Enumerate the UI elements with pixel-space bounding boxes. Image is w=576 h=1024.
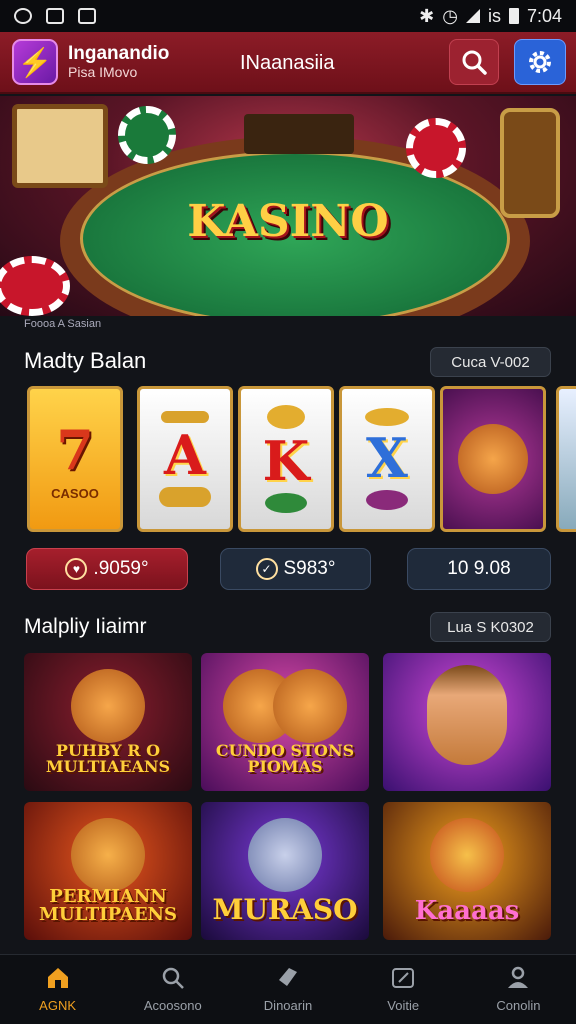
- lion-icon: [430, 818, 504, 892]
- coin-icon: [267, 405, 305, 429]
- check-circle-icon: ✓: [255, 558, 278, 580]
- app-logo[interactable]: ⚡: [12, 39, 58, 85]
- slot-reel[interactable]: A: [137, 386, 233, 532]
- slot-reel[interactable]: 7 CASOO: [27, 386, 123, 532]
- game-title: Kaaaas: [414, 896, 520, 926]
- fox-icon: [71, 818, 145, 892]
- section-badge[interactable]: Lua S K0302: [430, 612, 551, 642]
- nav-label: Conolin: [496, 998, 541, 1013]
- hero-title: KASINO: [187, 196, 389, 247]
- stat-value: .9059°: [93, 558, 149, 579]
- slot-reel[interactable]: K: [238, 386, 334, 532]
- brand: Inganandio Pisa IMovo: [68, 42, 170, 80]
- camera-icon: [14, 8, 32, 24]
- heart-icon: ♥: [65, 558, 88, 580]
- reel-label: CASOO: [51, 485, 99, 501]
- alarm-icon: ◷: [442, 5, 458, 26]
- plum-icon: [366, 490, 408, 510]
- status-time: 7:04: [526, 5, 562, 26]
- reel-symbol: 7: [56, 417, 94, 482]
- game-tile[interactable]: PERMIANN MULTIPAENS: [24, 802, 192, 940]
- leaf-icon: [265, 493, 307, 513]
- nav-label: Dinoarin: [263, 998, 313, 1013]
- nav-account[interactable]: Conolin: [461, 955, 576, 1024]
- nav-home[interactable]: AGNK: [0, 955, 115, 1024]
- user-icon: [508, 966, 529, 988]
- game-title: PUHBY R O MULTIAEANS: [45, 741, 171, 776]
- fox-icon: [71, 669, 145, 743]
- battery-icon: [508, 8, 519, 24]
- lion-icon: [458, 424, 528, 494]
- slot-reel[interactable]: [440, 386, 546, 532]
- nav-edit[interactable]: Voitie: [346, 955, 461, 1024]
- game-tile[interactable]: CUNDO STONS PIOMAS: [201, 653, 369, 791]
- stat-value: S983°: [283, 558, 336, 579]
- lightning-icon: ⚡: [17, 46, 53, 78]
- brand-name: Inganandio: [68, 42, 170, 64]
- section-title: Madty Balan: [24, 348, 147, 373]
- bluetooth-icon: ✱: [419, 5, 435, 26]
- reel-symbol: X: [366, 426, 408, 490]
- section-title: Malpliy Iiaimr: [24, 615, 147, 638]
- settings-button[interactable]: [514, 39, 566, 85]
- dog-icon: [248, 818, 322, 892]
- game-title: MURASO: [212, 893, 358, 926]
- game-title: PERMIANN MULTIPAENS: [39, 886, 177, 925]
- chip-icon: [406, 118, 466, 178]
- reel-symbol: A: [164, 423, 206, 487]
- chip-icon: [0, 256, 70, 316]
- nav-label: AGNK: [39, 998, 77, 1013]
- game-tile[interactable]: MURASO: [201, 802, 369, 940]
- page-title: INaanasiia: [240, 52, 335, 74]
- hero-banner[interactable]: KASINO: [0, 96, 576, 316]
- stat-value: 10 9.08: [447, 558, 511, 579]
- home-icon: [47, 968, 68, 988]
- gear-icon: [529, 51, 551, 73]
- game-tile[interactable]: Kaaaas: [383, 802, 551, 940]
- image-icon: [46, 8, 64, 24]
- reel-symbol: K: [262, 429, 310, 493]
- stat-total[interactable]: 10 9.08: [407, 548, 551, 590]
- tag-icon: [279, 968, 297, 986]
- network-label: is: [487, 5, 501, 26]
- coin-icon: [365, 408, 409, 426]
- chip-icon: [118, 106, 176, 164]
- menu-board: [12, 104, 108, 188]
- slot-reel[interactable]: X: [339, 386, 435, 532]
- brand-tagline: Pisa IMovo: [68, 63, 138, 80]
- game-title: CUNDO STONS PIOMAS: [215, 741, 355, 776]
- coin-icon: [161, 411, 209, 423]
- edit-icon: [392, 968, 415, 988]
- cowboy-icon: [427, 665, 507, 765]
- calendar-icon: [78, 8, 96, 24]
- nav-search[interactable]: Acoosono: [115, 955, 230, 1024]
- bottom-nav: AGNK Acoosono Dinoarin Voitie Conolin: [0, 954, 576, 1024]
- cat-icon: [273, 669, 348, 743]
- app-header: ⚡ Inganandio Pisa IMovo INaanasiia: [0, 32, 576, 94]
- status-bar: ✱ ◷ is 7:04: [0, 0, 576, 32]
- chip-rack: [244, 114, 354, 154]
- nav-label: Acoosono: [143, 998, 202, 1013]
- slot-reel-partial[interactable]: [556, 386, 576, 532]
- croissant-icon: [159, 487, 211, 507]
- search-icon: [462, 50, 487, 75]
- search-icon: [162, 967, 184, 989]
- nav-label: Voitie: [387, 998, 420, 1013]
- nav-promotions[interactable]: Dinoarin: [230, 955, 345, 1024]
- stat-verified[interactable]: ✓ S983°: [220, 548, 371, 590]
- section-badge[interactable]: Cuca V-002: [430, 347, 551, 377]
- wifi-icon: [465, 9, 480, 23]
- game-tile[interactable]: PUHBY R O MULTIAEANS: [24, 653, 192, 791]
- game-tile[interactable]: [383, 653, 551, 791]
- search-button[interactable]: [449, 39, 499, 85]
- stat-favorites[interactable]: ♥ .9059°: [26, 548, 188, 590]
- hero-caption: Foooa A Sasian: [24, 318, 102, 330]
